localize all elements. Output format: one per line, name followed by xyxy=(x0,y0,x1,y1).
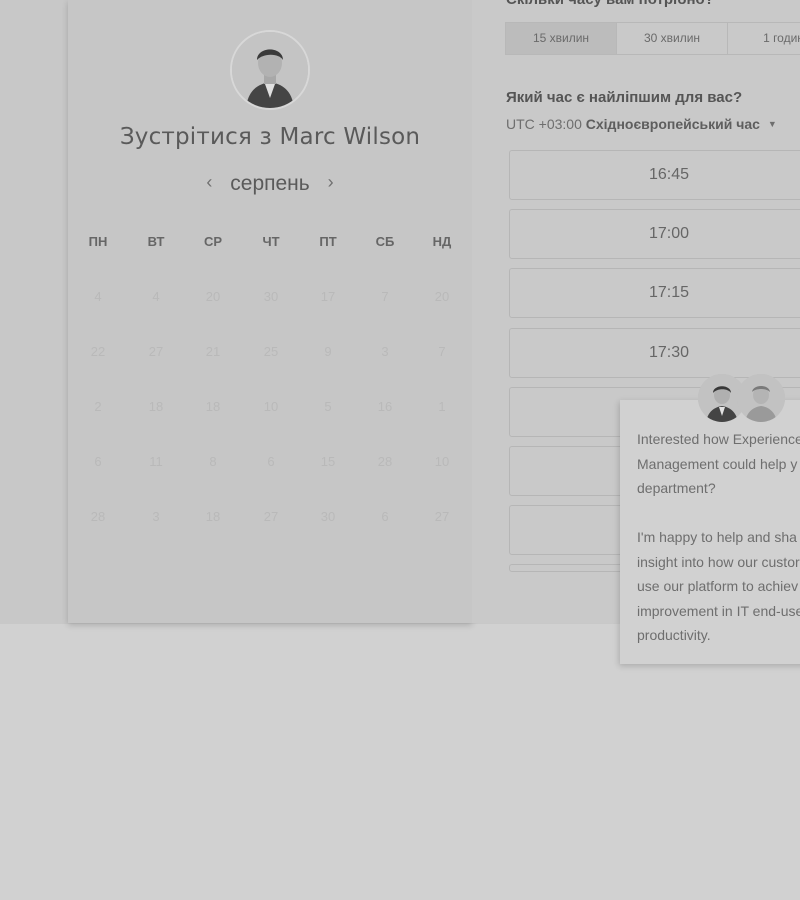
calendar-week: 2 18 18 10 5 16 1 xyxy=(68,399,472,417)
prev-month-icon[interactable]: ‹ xyxy=(206,172,212,193)
duration-option-30[interactable]: 30 хвилин xyxy=(617,23,728,54)
calendar-day[interactable]: 28 xyxy=(365,454,405,469)
calendar-day[interactable]: 25 xyxy=(251,344,291,359)
duration-option-15[interactable]: 15 хвилин xyxy=(506,23,617,54)
timezone-name: Східноєвропейський час xyxy=(585,116,760,132)
duration-option-60[interactable]: 1 годин xyxy=(728,23,800,54)
calendar-day[interactable]: 18 xyxy=(136,399,176,414)
time-slot-button[interactable]: 17:00 xyxy=(509,209,800,259)
calendar-day[interactable]: 27 xyxy=(422,509,462,524)
calendar-day[interactable]: 28 xyxy=(78,509,118,524)
weekday-sun: НД xyxy=(432,234,452,249)
calendar-card: Зустрітися з Marc Wilson ‹ серпень › ПН … xyxy=(68,0,472,623)
calendar-day[interactable]: 22 xyxy=(78,344,118,359)
calendar-day[interactable]: 1 xyxy=(422,399,462,414)
chat-agent-avatar xyxy=(737,374,785,422)
calendar-day[interactable]: 5 xyxy=(308,399,348,414)
calendar-day[interactable]: 7 xyxy=(422,344,462,359)
calendar-day[interactable]: 30 xyxy=(308,509,348,524)
chat-message-offer: I'm happy to help and sha insight into h… xyxy=(637,525,800,648)
calendar-day[interactable]: 20 xyxy=(193,289,233,304)
weekday-header: ПН ВТ СР ЧТ ПТ СБ НД xyxy=(68,234,472,252)
calendar-day[interactable]: 9 xyxy=(308,344,348,359)
timezone-selector[interactable]: UTC +03:00 Східноєвропейський час ▼ xyxy=(506,116,777,132)
chat-text-line: department? xyxy=(637,480,716,496)
chat-text-line: insight into how our custor xyxy=(637,553,800,570)
weekday-fri: ПТ xyxy=(319,234,337,249)
duration-selector: 15 хвилин 30 хвилин 1 годин xyxy=(505,22,800,55)
calendar-day[interactable]: 3 xyxy=(365,344,405,359)
weekday-sat: СБ xyxy=(375,234,395,249)
weekday-mon: ПН xyxy=(88,234,108,249)
weekday-wed: СР xyxy=(203,234,223,249)
calendar-day[interactable]: 20 xyxy=(422,289,462,304)
chat-message-intro: Interested how Experience Management cou… xyxy=(637,427,800,501)
calendar-day[interactable]: 27 xyxy=(136,344,176,359)
chat-text-line: Management could help y xyxy=(637,455,798,472)
chat-text-line: use our platform to achiev xyxy=(637,578,799,594)
month-navigation: ‹ серпень › xyxy=(68,172,472,196)
calendar-week: 4 4 20 30 17 7 20 xyxy=(68,289,472,307)
calendar-week: 6 11 8 6 15 28 10 xyxy=(68,454,472,472)
chat-text-line: productivity. xyxy=(637,627,711,643)
calendar-day[interactable]: 8 xyxy=(193,454,233,469)
calendar-day[interactable]: 18 xyxy=(193,399,233,414)
meeting-title: Зустрітися з Marc Wilson xyxy=(119,124,421,150)
chat-text-line: Interested how Experience xyxy=(637,431,800,447)
calendar-day[interactable]: 21 xyxy=(193,344,233,359)
time-slot-button[interactable]: 17:30 xyxy=(509,328,800,378)
calendar-day[interactable]: 16 xyxy=(365,399,405,414)
calendar-day[interactable]: 4 xyxy=(136,289,176,304)
calendar-day[interactable]: 11 xyxy=(136,454,176,469)
chat-text-line: I'm happy to help and sha xyxy=(637,529,797,545)
calendar-day[interactable]: 10 xyxy=(422,454,462,469)
calendar-day[interactable]: 4 xyxy=(78,289,118,304)
calendar-day[interactable]: 2 xyxy=(78,399,118,414)
calendar-day[interactable]: 15 xyxy=(308,454,348,469)
caret-down-icon: ▼ xyxy=(767,119,777,129)
weekday-tue: ВТ xyxy=(147,234,165,249)
next-month-icon[interactable]: › xyxy=(328,172,334,193)
time-slot-button[interactable]: 16:45 xyxy=(509,150,800,200)
calendar-week: 28 3 18 27 30 6 27 xyxy=(68,509,472,527)
calendar-day[interactable]: 30 xyxy=(251,289,291,304)
calendar-day[interactable]: 6 xyxy=(78,454,118,469)
time-slot-button[interactable]: 17:15 xyxy=(509,268,800,318)
calendar-day[interactable]: 18 xyxy=(193,509,233,524)
host-avatar xyxy=(230,30,310,110)
month-label: серпень xyxy=(230,172,310,195)
calendar-day[interactable]: 10 xyxy=(251,399,291,414)
calendar-day[interactable]: 6 xyxy=(251,454,291,469)
chat-text-line: improvement in IT end-use xyxy=(637,602,800,619)
calendar-day[interactable]: 27 xyxy=(251,509,291,524)
weekday-thu: ЧТ xyxy=(262,234,280,249)
calendar-day[interactable]: 7 xyxy=(365,289,405,304)
calendar-day[interactable]: 17 xyxy=(308,289,348,304)
duration-question: Скільки часу вам потрібно? xyxy=(506,0,714,8)
calendar-day[interactable]: 6 xyxy=(365,509,405,524)
timezone-offset: UTC +03:00 xyxy=(506,116,582,132)
calendar-week: 22 27 21 25 9 3 7 xyxy=(68,344,472,362)
calendar-day[interactable]: 3 xyxy=(136,509,176,524)
time-question: Який час є найліпшим для вас? xyxy=(506,89,743,106)
